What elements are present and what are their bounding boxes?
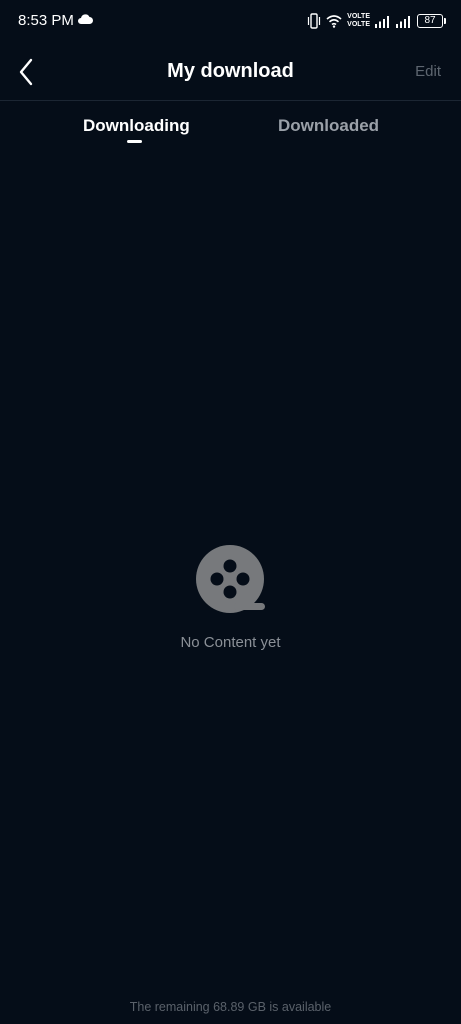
- cloud-icon: [78, 14, 93, 24]
- volte-indicator: VOLTE VOLTE: [347, 13, 370, 29]
- my-download-screen: 8:53 PM VOLTE VOLTE 87 My download Edit …: [0, 0, 461, 1024]
- film-reel-icon: [196, 545, 265, 613]
- battery-icon: 87: [417, 14, 446, 28]
- empty-state-message: No Content yet: [180, 634, 281, 651]
- edit-button[interactable]: Edit: [415, 63, 441, 80]
- vibrate-icon: [308, 13, 321, 29]
- storage-info: The remaining 68.89 GB is available: [129, 1000, 332, 1014]
- active-tab-indicator: [127, 140, 142, 143]
- page-title: My download: [167, 60, 294, 82]
- signal-icon: [396, 15, 410, 28]
- wifi-icon: [326, 15, 342, 28]
- volte-2-label: VOLTE: [347, 21, 370, 28]
- volte-1-label: VOLTE: [347, 13, 370, 20]
- status-time: 8:53 PM: [18, 12, 74, 29]
- status-bar: 8:53 PM VOLTE VOLTE 87: [0, 0, 461, 42]
- tab-downloaded[interactable]: Downloaded: [278, 116, 379, 136]
- download-tabs: Downloading Downloaded: [0, 100, 461, 150]
- status-icons: VOLTE VOLTE 87: [307, 11, 446, 31]
- top-app-bar: My download Edit: [0, 42, 461, 101]
- signal-icon: [375, 15, 389, 28]
- tab-downloading[interactable]: Downloading: [83, 116, 190, 136]
